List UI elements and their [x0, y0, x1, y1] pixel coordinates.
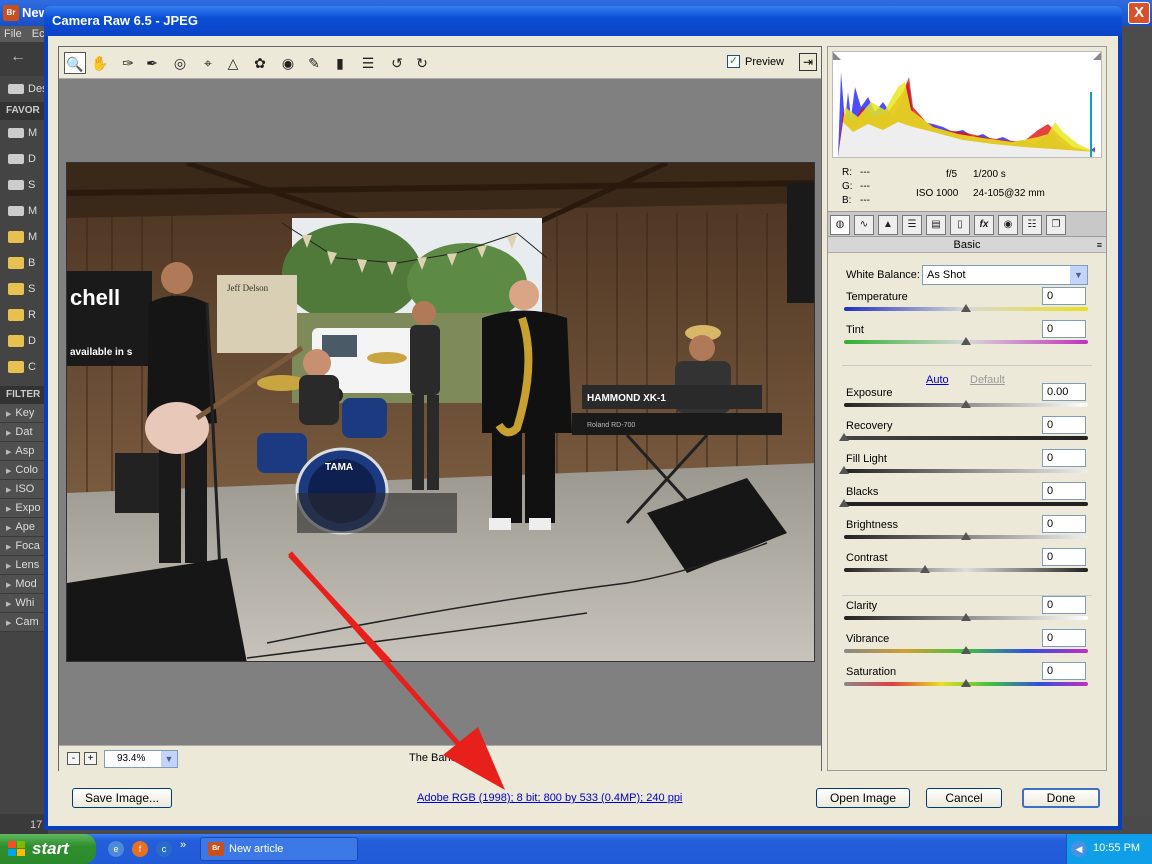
system-tray: ◀ 10:55 PM — [1066, 834, 1152, 864]
start-button[interactable]: start — [0, 834, 96, 864]
quicklaunch-browser-icon[interactable]: e — [108, 841, 124, 857]
windows-logo-icon — [8, 841, 26, 857]
bridge-logo-icon: Br — [208, 842, 224, 856]
annotation-arrow — [288, 551, 505, 790]
quicklaunch-app-icon[interactable]: c — [156, 841, 172, 857]
taskbar-item-new-article[interactable]: Br New article — [200, 837, 358, 861]
taskbar: start e f c » Br New article ◀ 10:55 PM — [0, 834, 1152, 864]
tray-expand-icon[interactable]: ◀ — [1071, 841, 1087, 857]
clock: 10:55 PM — [1093, 842, 1141, 854]
quicklaunch-overflow-icon[interactable]: » — [180, 839, 186, 851]
quicklaunch-firefox-icon[interactable]: f — [132, 841, 148, 857]
